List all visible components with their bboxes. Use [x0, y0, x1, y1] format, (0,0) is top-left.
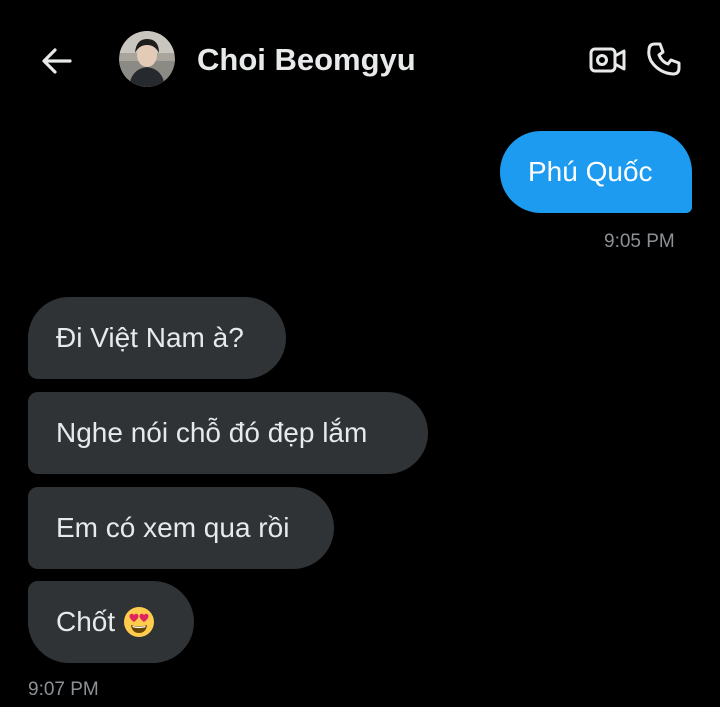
avatar[interactable]: [119, 31, 175, 87]
avatar-image: [119, 31, 175, 87]
message-text: Phú Quốc: [528, 156, 653, 187]
voice-call-button[interactable]: [643, 38, 685, 80]
message-text: Đi Việt Nam à?: [56, 322, 244, 353]
back-button[interactable]: [36, 40, 78, 82]
received-message-bubble[interactable]: Nghe nói chỗ đó đẹp lắm: [28, 392, 428, 474]
arrow-left-icon: [42, 48, 72, 74]
received-timestamp: 9:07 PM: [28, 679, 99, 700]
video-call-icon: [589, 47, 626, 73]
message-text: Em có xem qua rồi: [56, 512, 290, 543]
phone-icon: [647, 42, 681, 76]
video-call-button[interactable]: [588, 40, 628, 80]
contact-name[interactable]: Choi Beomgyu: [197, 42, 416, 78]
message-text: Nghe nói chỗ đó đẹp lắm: [56, 417, 368, 448]
sent-timestamp: 9:05 PM: [604, 231, 675, 252]
sent-message-bubble[interactable]: Phú Quốc: [500, 131, 692, 213]
heart-eyes-emoji: [124, 607, 155, 637]
message-text: Chốt: [56, 606, 116, 637]
received-message-bubble[interactable]: Đi Việt Nam à?: [28, 297, 286, 379]
received-message-bubble[interactable]: Em có xem qua rồi: [28, 487, 334, 569]
conversation-header: Choi Beomgyu: [0, 0, 720, 120]
received-message-bubble[interactable]: Chốt: [28, 581, 194, 663]
